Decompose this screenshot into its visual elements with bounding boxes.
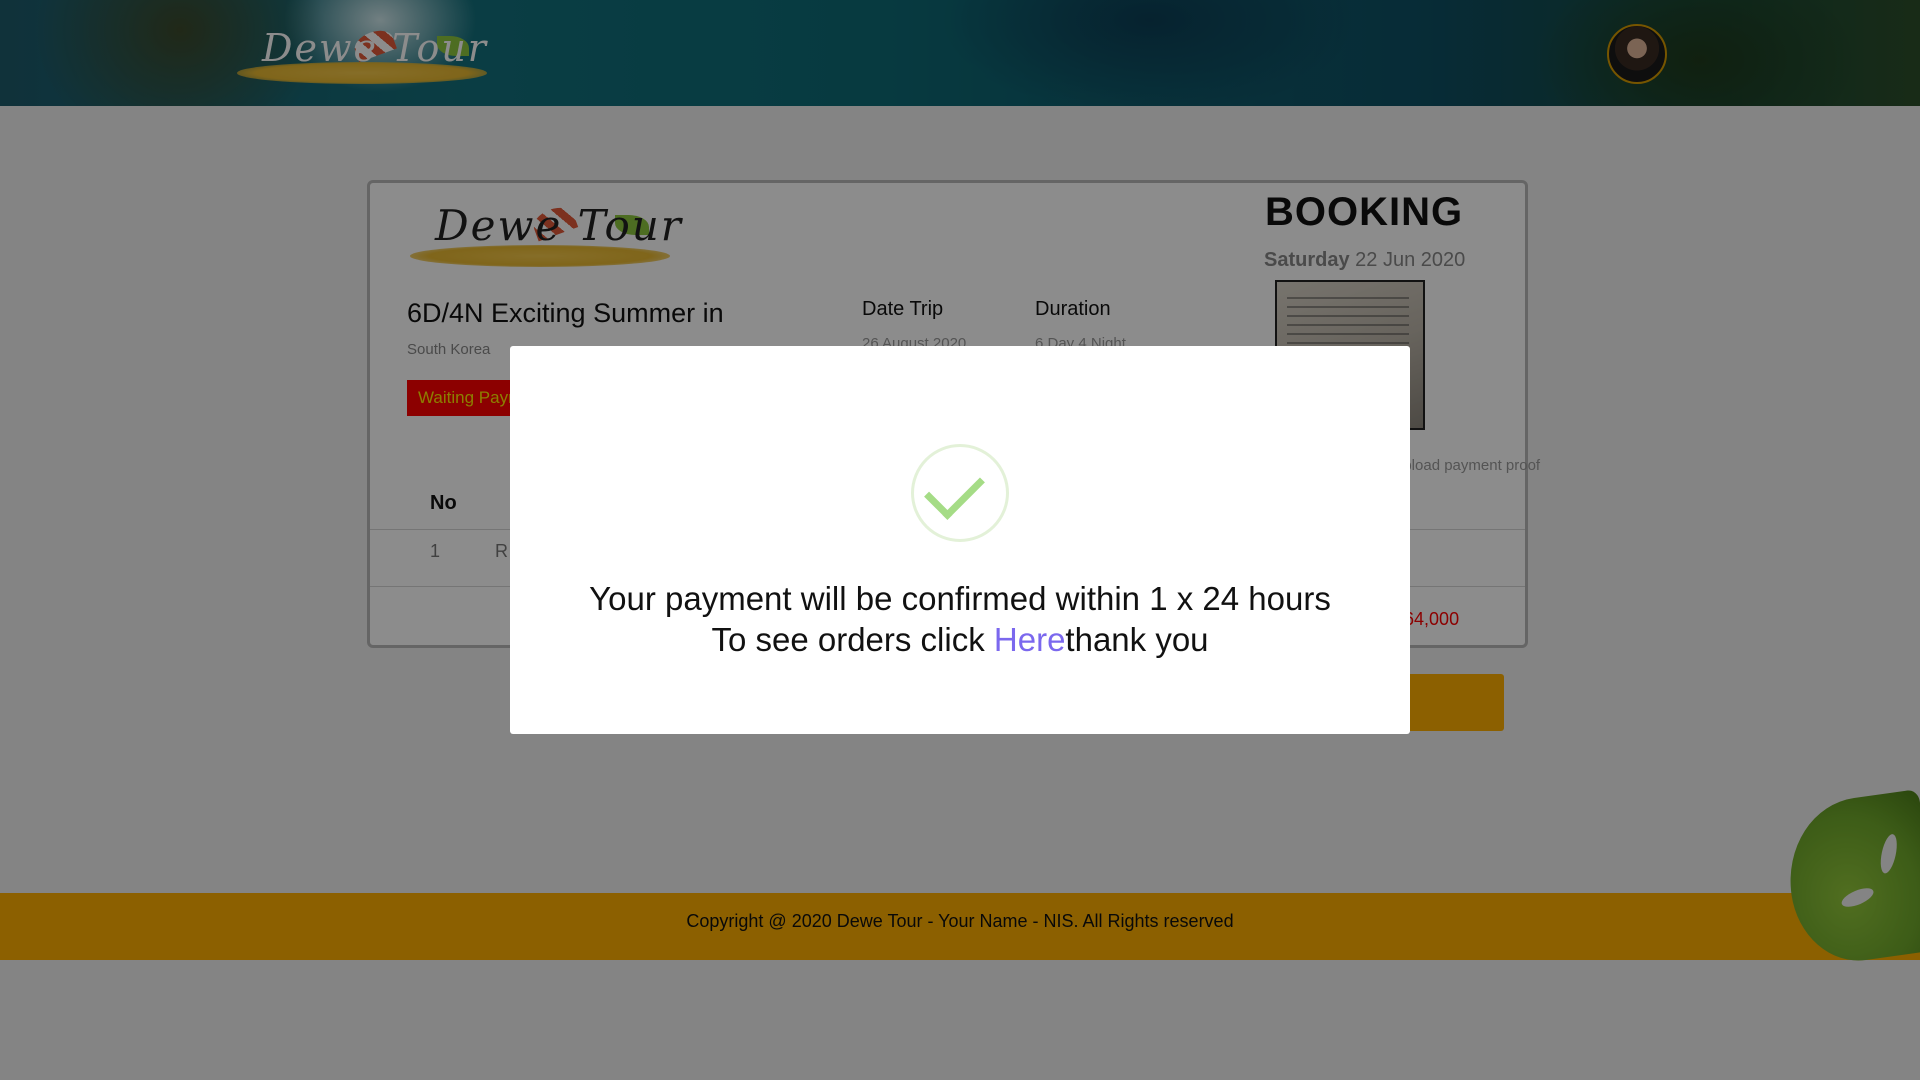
modal-message-before: Your payment will be confirmed within 1 …: [589, 580, 1331, 658]
modal-message-after: thank you: [1065, 621, 1209, 658]
orders-link[interactable]: Here: [994, 621, 1066, 658]
success-check-icon: [911, 444, 1009, 542]
check-mark-icon: [924, 459, 985, 520]
modal-message: Your payment will be confirmed within 1 …: [570, 578, 1350, 660]
payment-confirmation-modal: Your payment will be confirmed within 1 …: [510, 346, 1410, 734]
